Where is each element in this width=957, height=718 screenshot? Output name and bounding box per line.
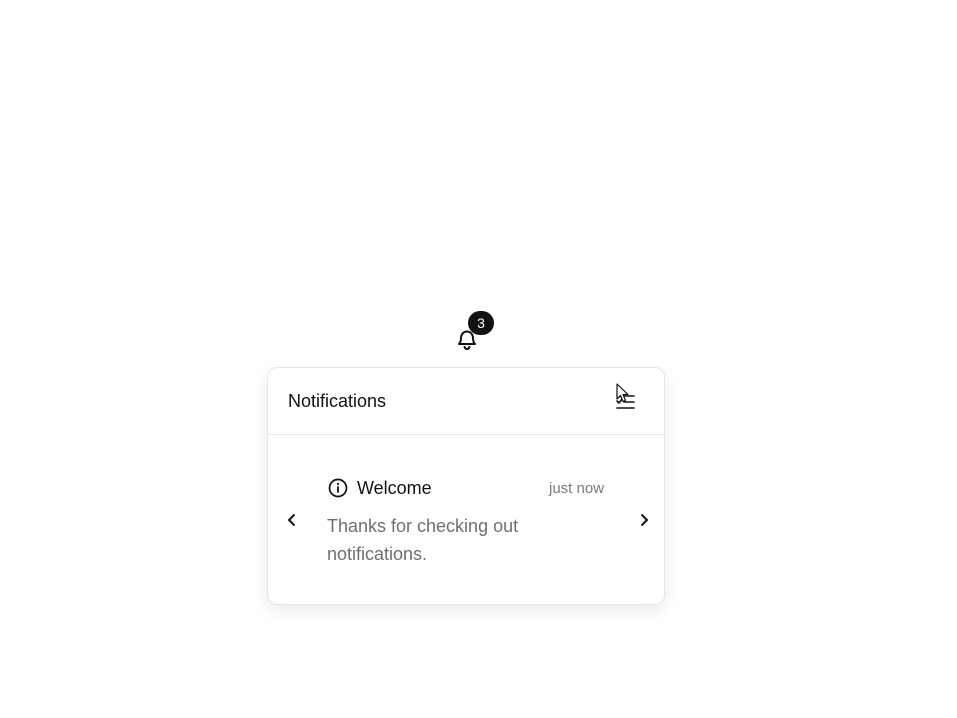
notification-body: Thanks for checking out notifications. (327, 516, 519, 564)
notifications-panel: Notifications Welcome just now Thanks fo… (267, 367, 665, 605)
panel-header: Notifications (268, 368, 664, 435)
panel-title: Notifications (288, 391, 387, 411)
info-icon (328, 478, 348, 498)
chevron-left-icon (288, 514, 295, 526)
next-notification-button[interactable] (634, 508, 654, 532)
mark-all-read-icon (616, 392, 635, 409)
notification-title: Welcome (357, 478, 432, 498)
chevron-right-icon (641, 514, 648, 526)
previous-notification-button[interactable] (282, 508, 302, 532)
mark-all-read-button[interactable] (612, 386, 640, 414)
notification-count-badge: 3 (468, 311, 494, 335)
notification-timestamp: just now (549, 480, 605, 497)
